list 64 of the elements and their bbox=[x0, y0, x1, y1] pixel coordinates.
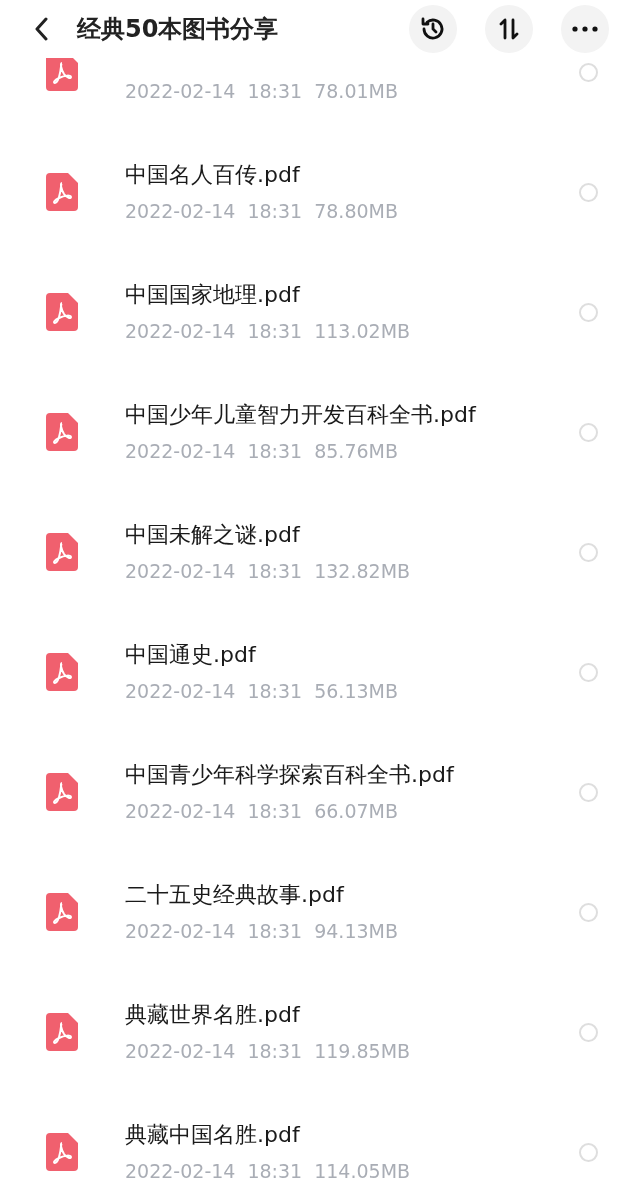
file-size: 114.05MB bbox=[314, 1159, 411, 1183]
file-time: 18:31 bbox=[247, 559, 303, 583]
file-size: 132.82MB bbox=[314, 559, 411, 583]
file-size: 78.80MB bbox=[314, 199, 398, 223]
file-size: 56.13MB bbox=[314, 679, 398, 703]
file-date: 2022-02-14 bbox=[125, 1039, 236, 1063]
page-title: 经典50本图书分享 bbox=[77, 14, 279, 45]
pdf-file-icon bbox=[46, 773, 78, 811]
file-time: 18:31 bbox=[247, 439, 303, 463]
more-dots-icon bbox=[572, 26, 598, 32]
file-name[interactable]: 典藏世界名胜.pdf bbox=[125, 1001, 579, 1029]
file-date: 2022-02-14 bbox=[125, 679, 236, 703]
file-date: 2022-02-14 bbox=[125, 799, 236, 823]
file-date: 2022-02-14 bbox=[125, 199, 236, 223]
file-size: 85.76MB bbox=[314, 439, 398, 463]
pdf-file-icon bbox=[46, 533, 78, 571]
file-name[interactable]: 典藏中国名胜.pdf bbox=[125, 1121, 579, 1149]
select-radio[interactable] bbox=[579, 182, 598, 202]
file-name[interactable]: 二十五史经典故事.pdf bbox=[125, 881, 579, 909]
file-date: 2022-02-14 bbox=[125, 1159, 236, 1183]
pdf-file-icon bbox=[46, 893, 78, 931]
file-time: 18:31 bbox=[247, 199, 303, 223]
file-time: 18:31 bbox=[247, 319, 303, 343]
file-time: 18:31 bbox=[247, 1159, 303, 1183]
select-radio[interactable] bbox=[579, 422, 598, 442]
select-radio[interactable] bbox=[579, 302, 598, 322]
more-button[interactable] bbox=[561, 5, 609, 53]
file-name[interactable]: 中国未解之谜.pdf bbox=[125, 521, 579, 549]
pdf-file-icon bbox=[46, 173, 78, 211]
file-time: 18:31 bbox=[247, 79, 303, 103]
file-date: 2022-02-14 bbox=[125, 919, 236, 943]
file-time: 18:31 bbox=[247, 799, 303, 823]
file-name[interactable]: 中国少年儿童智力开发百科全书.pdf bbox=[125, 401, 579, 429]
pdf-file-icon bbox=[46, 413, 78, 451]
file-size: 78.01MB bbox=[314, 79, 398, 103]
select-radio[interactable] bbox=[579, 1022, 598, 1042]
file-size: 113.02MB bbox=[314, 319, 411, 343]
file-time: 18:31 bbox=[247, 919, 303, 943]
file-size: 66.07MB bbox=[314, 799, 398, 823]
select-radio[interactable] bbox=[579, 542, 598, 562]
file-size: 119.85MB bbox=[314, 1039, 411, 1063]
file-name[interactable]: 中国名人百传.pdf bbox=[125, 161, 579, 189]
chevron-left-icon bbox=[34, 17, 48, 41]
select-radio[interactable] bbox=[579, 902, 598, 922]
file-size: 94.13MB bbox=[314, 919, 398, 943]
file-name[interactable]: 中国通史.pdf bbox=[125, 641, 579, 669]
file-time: 18:31 bbox=[247, 679, 303, 703]
file-date: 2022-02-14 bbox=[125, 559, 236, 583]
file-date: 2022-02-14 bbox=[125, 439, 236, 463]
file-time: 18:31 bbox=[247, 1039, 303, 1063]
pdf-file-icon bbox=[46, 1013, 78, 1051]
file-name[interactable]: 中国青少年科学探索百科全书.pdf bbox=[125, 761, 579, 789]
file-date: 2022-02-14 bbox=[125, 319, 236, 343]
select-radio[interactable] bbox=[579, 782, 598, 802]
select-radio[interactable] bbox=[579, 62, 598, 82]
pdf-file-icon bbox=[46, 653, 78, 691]
sort-button[interactable] bbox=[485, 5, 533, 53]
file-date: 2022-02-14 bbox=[125, 79, 236, 103]
pdf-file-icon bbox=[46, 1133, 78, 1171]
select-radio[interactable] bbox=[579, 1142, 598, 1162]
select-radio[interactable] bbox=[579, 662, 598, 682]
pdf-file-icon bbox=[46, 293, 78, 331]
history-button[interactable] bbox=[409, 5, 457, 53]
file-name[interactable]: 中国国家地理.pdf bbox=[125, 281, 579, 309]
